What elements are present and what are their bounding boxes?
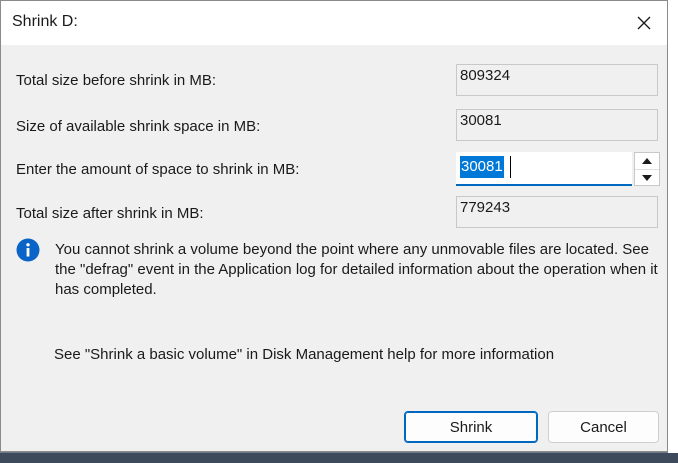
total-after-label: Total size after shrink in MB: xyxy=(16,205,204,222)
available-space-label: Size of available shrink space in MB: xyxy=(16,118,261,135)
total-after-field: 779243 xyxy=(456,196,658,228)
total-before-label: Total size before shrink in MB: xyxy=(16,72,217,89)
shrink-amount-spinner[interactable] xyxy=(634,152,660,186)
spin-up-button[interactable] xyxy=(635,153,659,169)
available-space-field: 30081 xyxy=(456,109,658,141)
cancel-button[interactable]: Cancel xyxy=(548,411,659,443)
help-message: See "Shrink a basic volume" in Disk Mana… xyxy=(54,346,555,363)
shrink-button[interactable]: Shrink xyxy=(404,411,538,443)
shrink-amount-label: Enter the amount of space to shrink in M… xyxy=(16,161,300,178)
dialog-title: Shrink D: xyxy=(12,13,78,30)
spin-down-button[interactable] xyxy=(635,169,659,186)
shrink-amount-input[interactable] xyxy=(456,152,632,182)
info-message: You cannot shrink a volume beyond the po… xyxy=(55,241,658,298)
triangle-down-icon xyxy=(642,175,652,181)
title-bar: Shrink D: xyxy=(1,1,667,45)
info-icon xyxy=(16,238,40,262)
close-button[interactable] xyxy=(621,1,667,45)
close-icon xyxy=(637,16,651,30)
triangle-up-icon xyxy=(642,158,652,164)
background-window-bottom xyxy=(0,453,678,463)
text-caret xyxy=(510,156,511,178)
background-window-edge xyxy=(668,0,678,463)
total-before-field: 809324 xyxy=(456,64,658,96)
shrink-dialog: Shrink D: Total size before shrink in MB… xyxy=(0,0,668,452)
shrink-amount-field[interactable]: 30081 xyxy=(456,152,632,186)
